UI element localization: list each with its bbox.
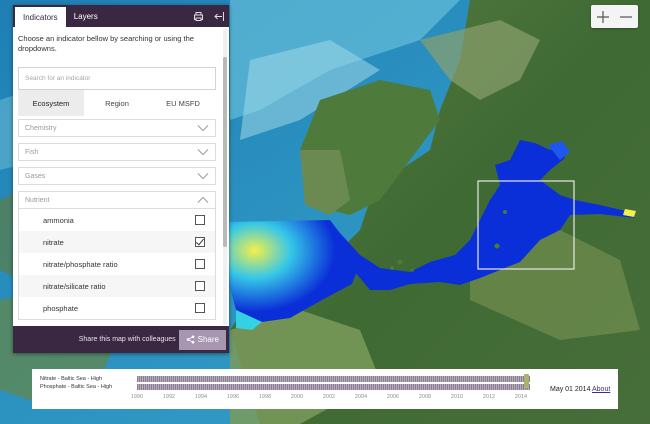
timeline-layer-label: Phosphate - Baltic Sea - High — [40, 384, 113, 390]
dropdown-nutrient[interactable]: Nutrient — [18, 191, 216, 209]
timeline-year-label: 1990 — [130, 394, 144, 400]
share-text: Share this map with colleagues — [78, 336, 176, 343]
tab-indicators[interactable]: Indicators — [15, 7, 66, 27]
indicator-checkbox[interactable] — [195, 237, 205, 247]
indicator-label: nitrate/phosphate ratio — [43, 259, 118, 269]
timeline-year-label: 1998 — [258, 394, 272, 400]
timeline-current-date: May 01 2014 — [550, 386, 591, 393]
print-button[interactable] — [192, 10, 204, 22]
panel-body: Choose an indicator bellow by searching … — [13, 27, 229, 326]
tab-layers[interactable]: Layers — [66, 5, 106, 27]
indicator-label: nitrate — [43, 237, 64, 247]
timeline-year-label: 2014 — [514, 394, 528, 400]
share-bar: Share this map with colleagues Share — [13, 326, 229, 353]
indicator-label: phosphate — [43, 303, 79, 313]
print-icon — [193, 11, 203, 21]
timeline-track-phosphate[interactable] — [137, 384, 530, 390]
indicator-panel: Indicators Layers Choose an indicator be… — [13, 5, 229, 353]
timeline-year-label: 2008 — [418, 394, 432, 400]
indicator-label: ammonia — [43, 215, 74, 225]
collapse-panel-icon — [214, 11, 224, 21]
tab-ecosystem[interactable]: Ecosystem — [18, 90, 84, 116]
dropdown-gases[interactable]: Gases — [18, 167, 216, 185]
share-button[interactable]: Share — [178, 329, 226, 350]
indicator-item-nitrate[interactable]: nitrate — [19, 231, 215, 253]
indicator-item-nitrate-silicate-ratio[interactable]: nitrate/silicate ratio — [19, 275, 215, 297]
zoom-out-button[interactable] — [615, 5, 639, 28]
panel-scrollbar[interactable] — [223, 29, 227, 325]
zoom-control — [591, 5, 638, 28]
indicator-item-nitrate-phosphate-ratio[interactable]: nitrate/phosphate ratio — [19, 253, 215, 275]
indicator-checkbox[interactable] — [195, 281, 205, 291]
panel-tab-bar: Indicators Layers — [13, 5, 229, 27]
tab-region[interactable]: Region — [84, 90, 150, 116]
timeline-year-label: 2000 — [290, 394, 304, 400]
panel-actions — [192, 5, 225, 27]
dropdown-chemistry[interactable]: Chemistry — [18, 119, 216, 137]
plus-icon — [596, 10, 609, 23]
dropdown-label: Gases — [25, 172, 46, 180]
indicator-label: nitrate/silicate ratio — [43, 281, 106, 291]
tab-eu-msfd[interactable]: EU MSFD — [150, 90, 216, 116]
timeline-year-label: 2010 — [450, 394, 464, 400]
dropdown-fish[interactable]: Fish — [18, 143, 216, 161]
timeline-track-nitrate[interactable] — [137, 376, 530, 382]
share-button-label: Share — [197, 335, 219, 344]
indicator-checkbox[interactable] — [195, 259, 205, 269]
indicator-search-input[interactable] — [18, 67, 216, 90]
chevron-up-icon — [197, 196, 209, 203]
timeline-panel: Nitrate - Baltic Sea - High Phosphate - … — [32, 369, 618, 409]
dropdown-label: Nutrient — [25, 196, 50, 204]
timeline-year-label: 1996 — [226, 394, 240, 400]
timeline-year-label: 1994 — [194, 394, 208, 400]
chevron-down-icon — [197, 173, 209, 180]
category-tabs: Ecosystem Region EU MSFD — [18, 90, 216, 116]
timeline-layer-label: Nitrate - Baltic Sea - High — [40, 376, 103, 382]
chevron-down-icon — [197, 149, 209, 156]
indicator-checkbox[interactable] — [195, 215, 205, 225]
dropdown-label: Chemistry — [25, 124, 57, 132]
indicator-item-phosphate[interactable]: phosphate — [19, 297, 215, 319]
dropdown-label: Fish — [25, 148, 39, 156]
panel-intro-text: Choose an indicator bellow by searching … — [18, 34, 194, 53]
zoom-in-button[interactable] — [591, 5, 615, 28]
about-link[interactable]: About — [592, 386, 610, 393]
minus-icon — [620, 15, 633, 18]
nutrient-items: ammonia nitrate nitrate/phosphate ratio … — [18, 209, 216, 320]
share-icon — [186, 335, 194, 344]
timeline-year-label: 2002 — [322, 394, 336, 400]
indicator-checkbox[interactable] — [195, 303, 205, 313]
chevron-down-icon — [197, 125, 209, 132]
timeline-year-label: 2006 — [386, 394, 400, 400]
indicator-item-ammonia[interactable]: ammonia — [19, 209, 215, 231]
timeline-year-label: 2012 — [482, 394, 496, 400]
timeline-year-label: 1992 — [162, 394, 176, 400]
collapse-panel-button[interactable] — [213, 10, 225, 22]
timeline-year-label: 2004 — [354, 394, 368, 400]
indicator-list: Chemistry Fish Gases Nutrient ammonia ni… — [18, 119, 216, 320]
timeline-slider-handle[interactable] — [524, 374, 529, 388]
scrollbar-thumb[interactable] — [223, 57, 227, 247]
